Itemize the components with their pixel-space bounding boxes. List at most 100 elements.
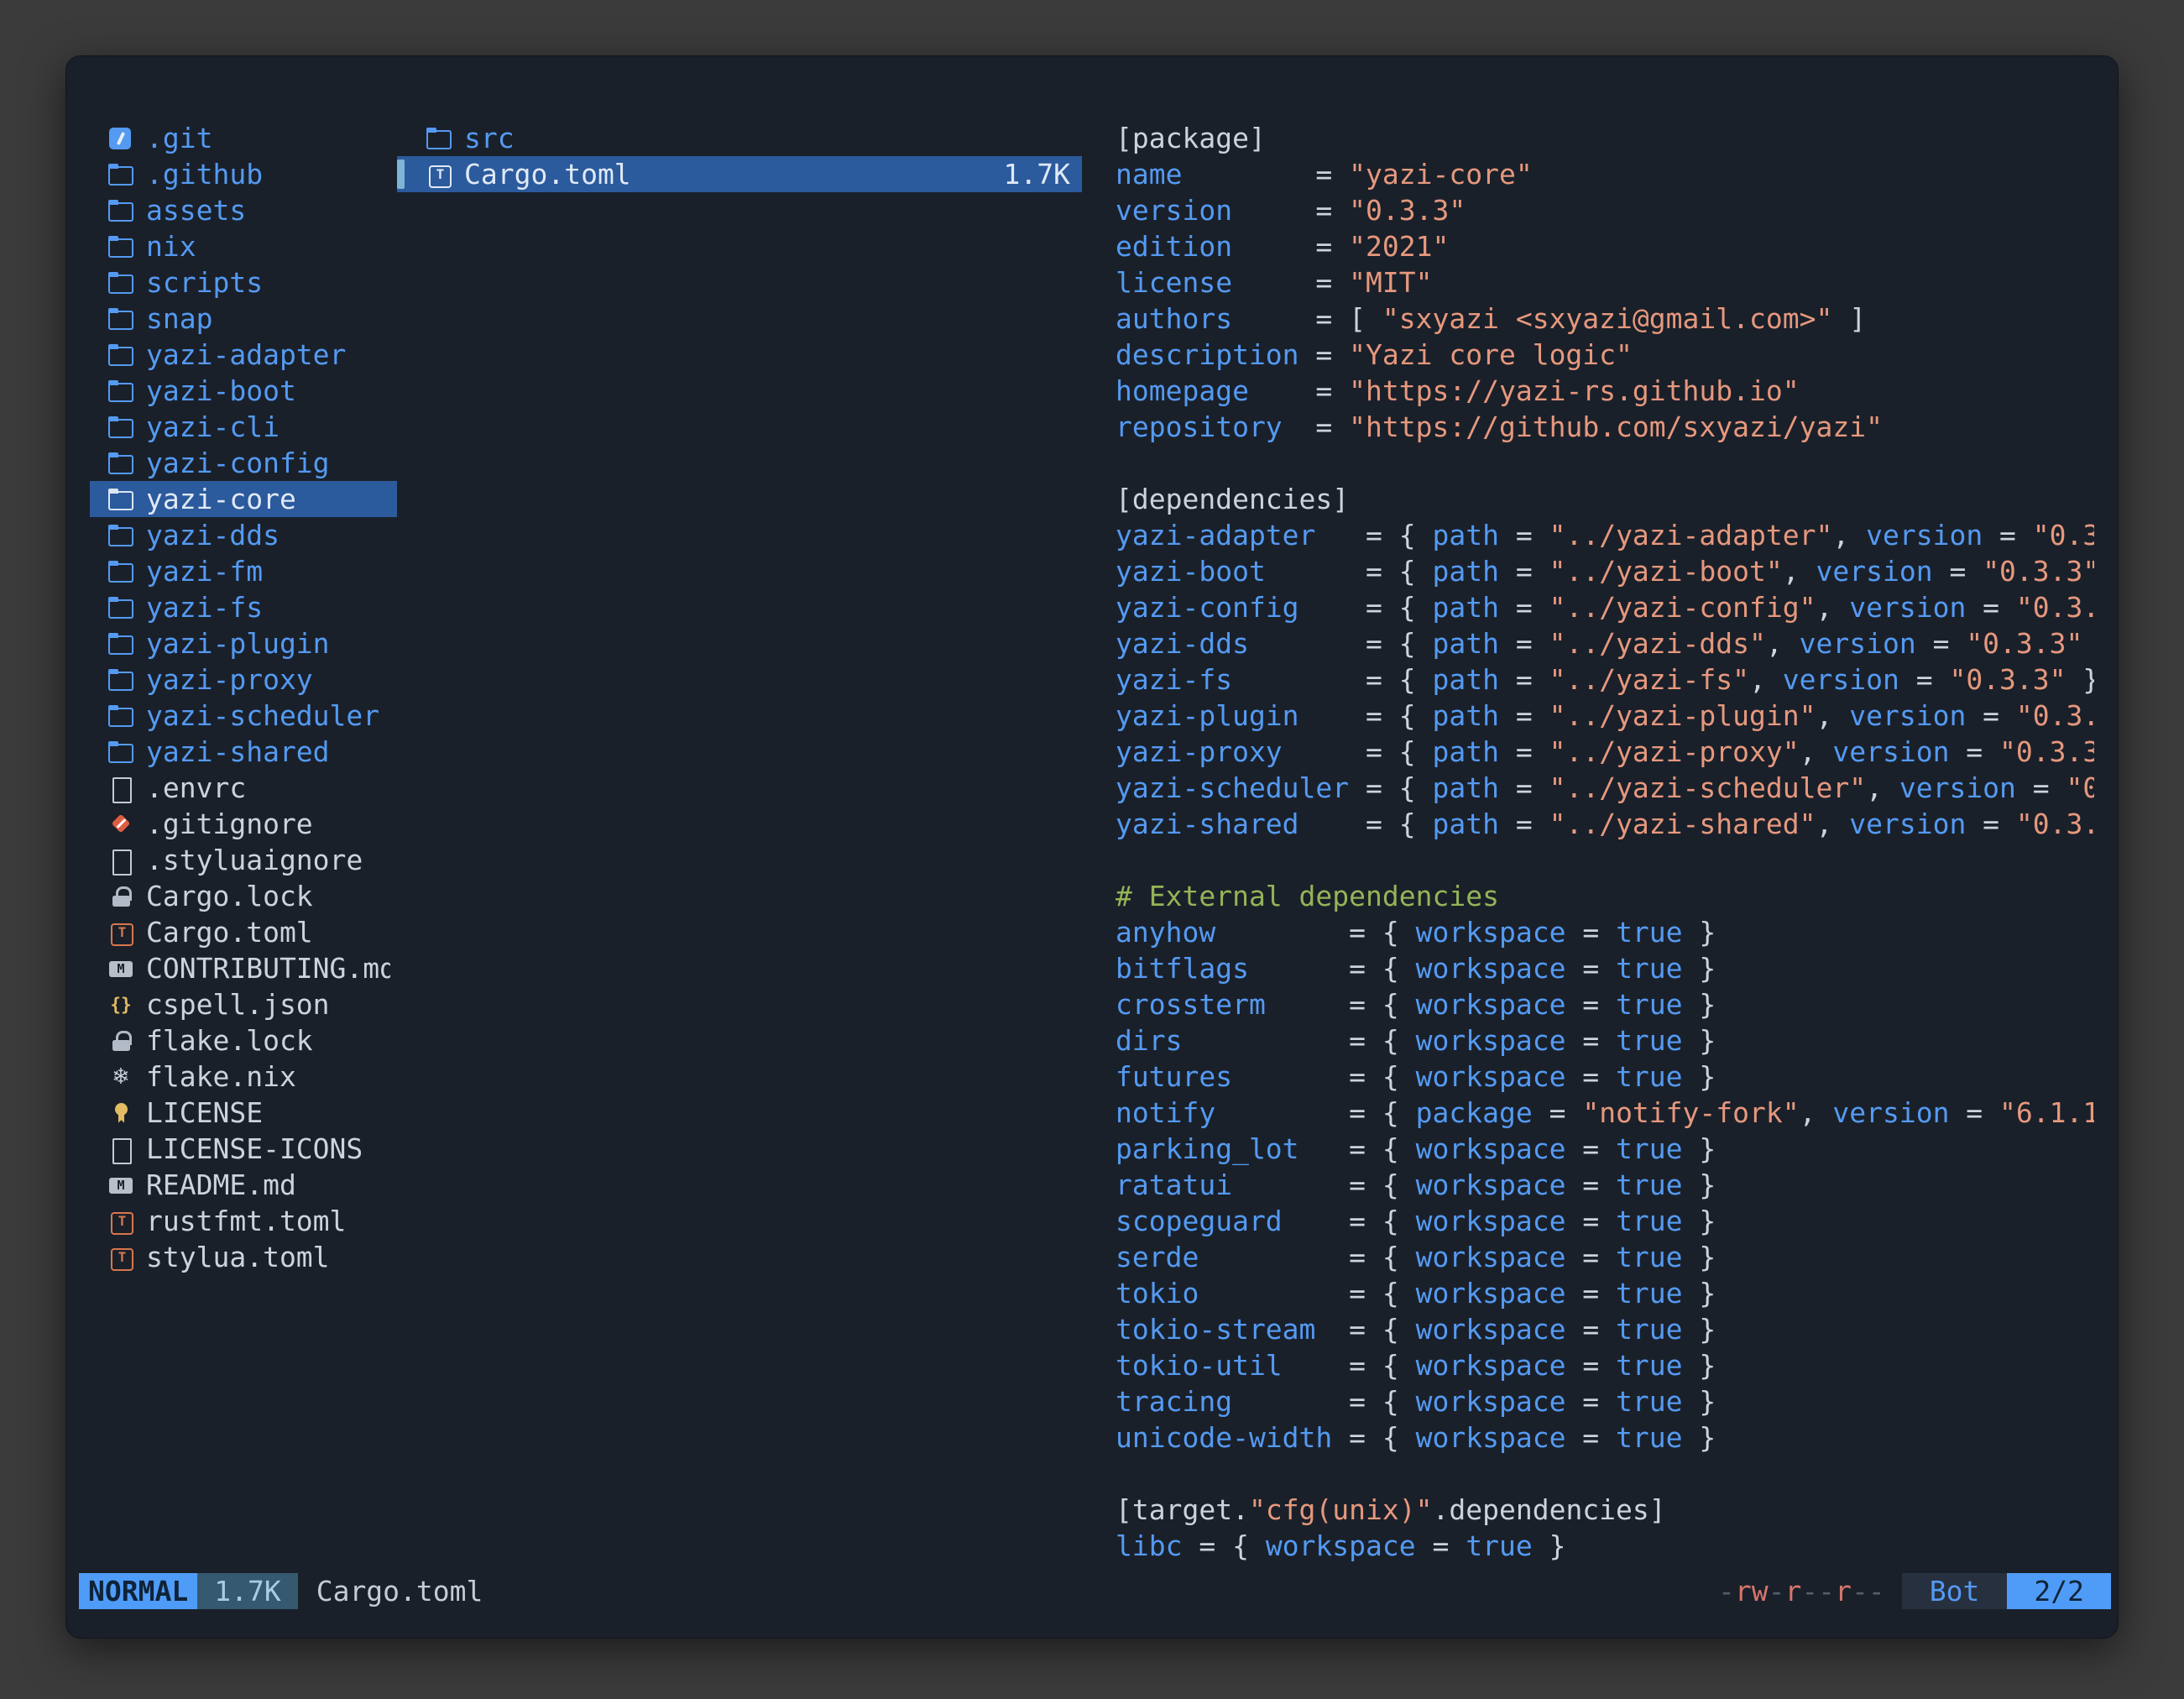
file-label: yazi-proxy [146,663,313,696]
file-label: Cargo.lock [146,880,313,912]
dir-row-yazi-fm[interactable]: yazi-fm [90,553,397,589]
preview-line: [package] [1116,120,2094,156]
gitdir-icon [107,123,135,154]
dir-row-assets[interactable]: assets [90,192,397,228]
preview-line: [target."cfg(unix)".dependencies] [1116,1492,2094,1528]
file-row-Cargo.toml[interactable]: Cargo.toml1.7K [397,156,1082,192]
file-row-CONTRIBUTING.md[interactable]: CONTRIBUTING.md [90,950,397,986]
dir-row-scripts[interactable]: scripts [90,264,397,301]
file-icon [107,772,135,804]
dir-row-yazi-scheduler[interactable]: yazi-scheduler [90,698,397,734]
folder-icon [107,484,135,515]
file-label: yazi-config [146,447,330,479]
preview-line: license = "MIT" [1116,264,2094,301]
preview-line: name = "yazi-core" [1116,156,2094,192]
preview-line: tracing = { workspace = true } [1116,1383,2094,1419]
dir-row-yazi-cli[interactable]: yazi-cli [90,409,397,445]
yazi-file-manager-window: .git.githubassetsnixscriptssnapyazi-adap… [65,55,2119,1639]
preview-line: anyhow = { workspace = true } [1116,914,2094,950]
dir-row-yazi-config[interactable]: yazi-config [90,445,397,481]
preview-line: description = "Yazi core logic" [1116,337,2094,373]
file-label: .styluaignore [146,844,363,876]
file-row-stylua.toml[interactable]: stylua.toml [90,1239,397,1275]
preview-line [1116,445,2094,481]
preview-line: yazi-proxy = { path = "../yazi-proxy", v… [1116,734,2094,770]
file-label: LICENSE [146,1096,263,1129]
preview-line: yazi-scheduler = { path = "../yazi-sched… [1116,770,2094,806]
file-row-.gitignore[interactable]: .gitignore [90,806,397,842]
file-label: flake.nix [146,1060,296,1093]
file-label: rustfmt.toml [146,1205,346,1237]
folder-icon [107,411,135,443]
file-label: stylua.toml [146,1241,330,1273]
preview-line: # External dependencies [1116,878,2094,914]
file-row-LICENSE[interactable]: LICENSE [90,1095,397,1131]
file-label: yazi-fm [146,555,263,588]
file-label: yazi-cli [146,410,280,443]
dir-row-.github[interactable]: .github [90,156,397,192]
file-permissions: -rw-r--r-- [1718,1575,1885,1608]
preview-line: serde = { workspace = true } [1116,1239,2094,1275]
dir-row-yazi-boot[interactable]: yazi-boot [90,373,397,409]
file-row-Cargo.toml[interactable]: Cargo.toml [90,914,397,950]
dir-row-.git[interactable]: .git [90,120,397,156]
file-row-flake.lock[interactable]: flake.lock [90,1022,397,1059]
preview-line: scopeguard = { workspace = true } [1116,1203,2094,1239]
gitignore-icon [107,808,135,840]
dir-row-src[interactable]: src [397,120,1082,156]
preview-line: bitflags = { workspace = true } [1116,950,2094,986]
dir-row-yazi-dds[interactable]: yazi-dds [90,517,397,553]
dir-row-yazi-proxy[interactable]: yazi-proxy [90,661,397,698]
mode-indicator: NORMAL [79,1573,197,1609]
preview-line: homepage = "https://yazi-rs.github.io" [1116,373,2094,409]
preview-line: edition = "2021" [1116,228,2094,264]
preview-line: tokio = { workspace = true } [1116,1275,2094,1311]
file-row-Cargo.lock[interactable]: Cargo.lock [90,878,397,914]
toml-icon [107,917,135,949]
file-row-cspell.json[interactable]: cspell.json [90,986,397,1022]
dir-row-snap[interactable]: snap [90,301,397,337]
preview-line: dirs = { workspace = true } [1116,1022,2094,1059]
preview-line [1116,1456,2094,1492]
preview-line: ratatui = { workspace = true } [1116,1167,2094,1203]
dir-row-yazi-fs[interactable]: yazi-fs [90,589,397,625]
file-label: README.md [146,1168,296,1201]
folder-icon [107,303,135,335]
status-bar: NORMAL 1.7K Cargo.toml -rw-r--r-- Bot 2/… [79,1573,2111,1609]
preview-line: parking_lot = { workspace = true } [1116,1131,2094,1167]
preview-line: repository = "https://github.com/sxyazi/… [1116,409,2094,445]
license-icon [107,1097,135,1129]
toml-icon [107,1205,135,1237]
preview-line: libc = { workspace = true } [1116,1528,2094,1564]
preview-line [1116,842,2094,878]
file-label: flake.lock [146,1024,313,1057]
lock-icon [107,1025,135,1057]
preview-line: yazi-boot = { path = "../yazi-boot", ver… [1116,553,2094,589]
dir-row-yazi-adapter[interactable]: yazi-adapter [90,337,397,373]
preview-line: yazi-config = { path = "../yazi-config",… [1116,589,2094,625]
file-label: yazi-plugin [146,627,330,660]
folder-icon [107,736,135,768]
dir-row-yazi-core[interactable]: yazi-core [90,481,397,517]
preview-line: authors = [ "sxyazi <sxyazi@gmail.com>" … [1116,301,2094,337]
file-row-rustfmt.toml[interactable]: rustfmt.toml [90,1203,397,1239]
dir-row-nix[interactable]: nix [90,228,397,264]
file-label: LICENSE-ICONS [146,1132,363,1165]
file-label: assets [146,194,246,227]
folder-icon [107,628,135,660]
file-row-.styluaignore[interactable]: .styluaignore [90,842,397,878]
dir-row-yazi-shared[interactable]: yazi-shared [90,734,397,770]
file-label: yazi-fs [146,591,263,624]
dir-row-yazi-plugin[interactable]: yazi-plugin [90,625,397,661]
status-filename: Cargo.toml [316,1575,483,1608]
file-row-README.md[interactable]: README.md [90,1167,397,1203]
panes-area: .git.githubassetsnixscriptssnapyazi-adap… [66,56,2118,1573]
file-row-LICENSE-ICONS[interactable]: LICENSE-ICONS [90,1131,397,1167]
folder-icon [107,556,135,588]
preview-line: futures = { workspace = true } [1116,1059,2094,1095]
json-icon [107,989,135,1021]
parent-directory-pane: .git.githubassetsnixscriptssnapyazi-adap… [90,120,397,1275]
file-row-.envrc[interactable]: .envrc [90,770,397,806]
file-row-flake.nix[interactable]: flake.nix [90,1059,397,1095]
file-label: yazi-dds [146,519,280,552]
